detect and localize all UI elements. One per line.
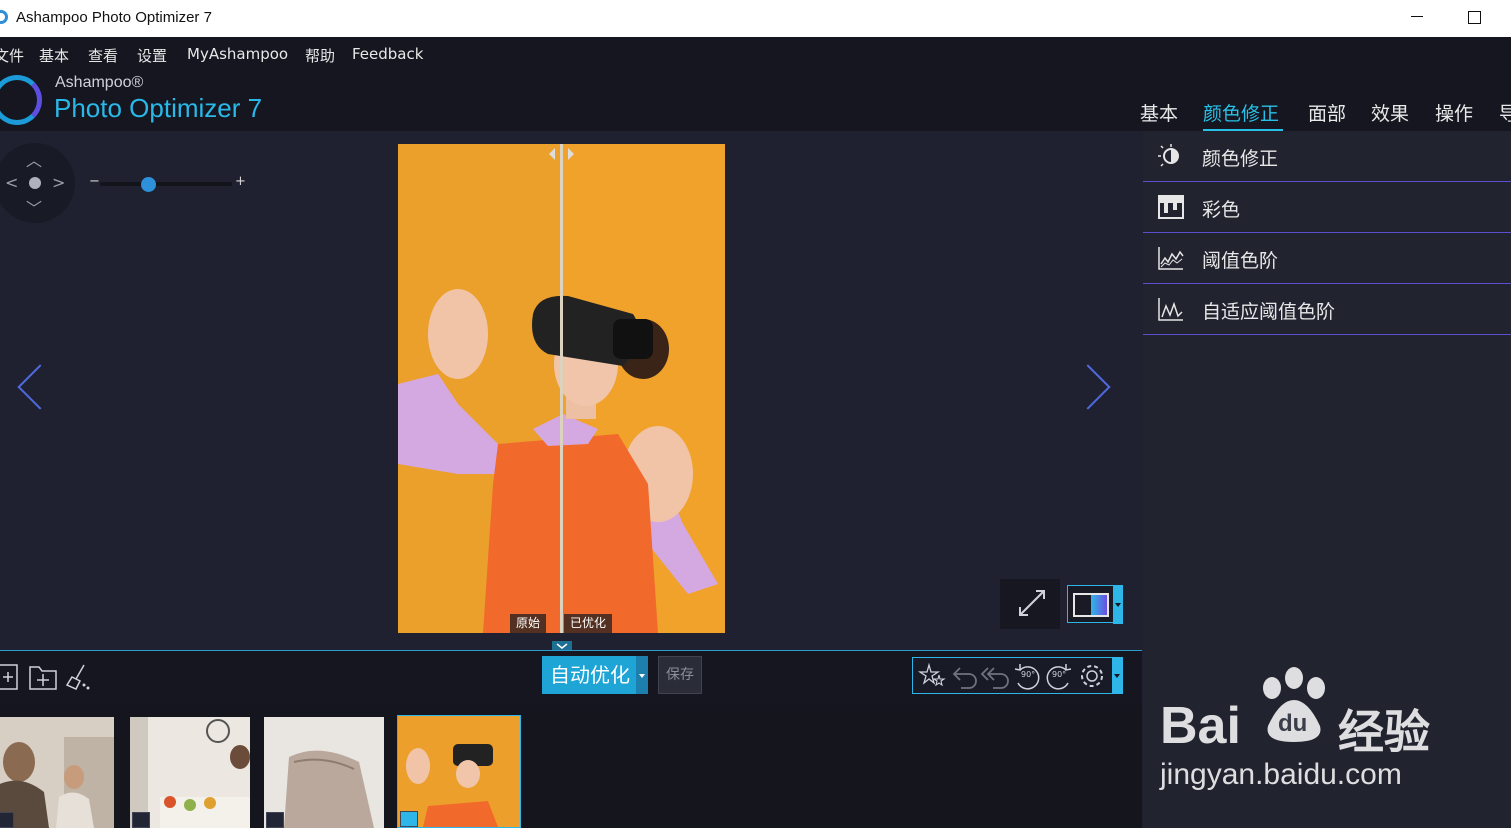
panel-item-threshold[interactable]: 阈值色阶	[1143, 233, 1511, 284]
minimize-button[interactable]	[1411, 16, 1423, 17]
rotate-left-label: 90°	[1021, 670, 1036, 679]
thumbnail-selected[interactable]	[397, 715, 521, 828]
zoom-slider-handle[interactable]	[141, 177, 156, 192]
zoom-in-button[interactable]: +	[235, 174, 246, 189]
panel-item-label: 颜色修正	[1202, 148, 1279, 170]
pan-right-icon[interactable]: >	[52, 173, 65, 192]
tab-face[interactable]: 面部	[1308, 99, 1346, 126]
next-image-icon[interactable]	[1065, 364, 1111, 410]
menu-help[interactable]: 帮助	[305, 45, 335, 66]
thumbnail-checkbox-checked[interactable]	[400, 811, 418, 827]
thumbnail-checkbox[interactable]	[0, 812, 14, 828]
panel-item-label: 彩色	[1202, 199, 1241, 221]
tab-operations[interactable]: 操作	[1435, 99, 1473, 126]
logo-icon	[0, 75, 42, 125]
tab-effects[interactable]: 效果	[1371, 99, 1409, 126]
previous-image-icon[interactable]	[17, 364, 63, 410]
menu-view[interactable]: 查看	[88, 45, 118, 66]
auto-optimize-button[interactable]: 自动优化	[542, 656, 648, 694]
rotate-right-label: 90°	[1052, 670, 1067, 679]
pan-control[interactable]: ︿ < > ﹀	[0, 143, 75, 223]
fullscreen-button[interactable]	[1000, 579, 1060, 629]
zoom-slider[interactable]	[100, 182, 232, 186]
auto-optimize-label: 自动优化	[550, 663, 630, 687]
tab-basic[interactable]: 基本	[1140, 99, 1178, 126]
thumbnail[interactable]	[264, 717, 384, 828]
split-view-icon	[1073, 586, 1123, 624]
menu-feedback[interactable]: Feedback	[352, 45, 423, 63]
edit-tools-dropdown[interactable]	[1112, 657, 1123, 694]
add-folder-icon[interactable]	[28, 663, 58, 691]
clear-list-icon[interactable]	[64, 663, 94, 691]
panel-item-color[interactable]: 彩色	[1143, 182, 1511, 233]
zoom-out-button[interactable]: −	[89, 174, 100, 189]
pan-left-icon[interactable]: <	[5, 173, 18, 192]
fullscreen-icon	[1019, 590, 1045, 616]
pan-up-icon[interactable]: ︿	[26, 147, 42, 171]
app-icon	[0, 10, 8, 24]
color-correction-panel: 颜色修正 彩色 阈值色阶 自适应阈值色阶	[1143, 131, 1511, 828]
title-bar: Ashampoo Photo Optimizer 7	[0, 0, 1511, 37]
undo-all-icon[interactable]	[979, 662, 1011, 690]
tab-color-correction[interactable]: 颜色修正	[1203, 99, 1279, 126]
logo-product: Photo Optimizer 7	[54, 93, 263, 123]
magic-wand-icon[interactable]	[917, 662, 947, 690]
menu-myashampoo[interactable]: MyAshampoo	[187, 45, 288, 63]
menu-basic[interactable]: 基本	[39, 45, 69, 66]
window-title: Ashampoo Photo Optimizer 7	[16, 9, 212, 26]
original-label: 原始	[510, 614, 547, 633]
panel-item-label: 自适应阈值色阶	[1202, 301, 1336, 323]
auto-optimize-dropdown[interactable]	[636, 656, 648, 694]
thumbnail-checkbox[interactable]	[132, 812, 150, 828]
thumbnail[interactable]	[0, 717, 114, 828]
menu-file[interactable]: 文件	[0, 45, 24, 66]
photo-image	[398, 144, 725, 633]
gear-icon[interactable]	[1077, 661, 1107, 691]
app-header: Ashampoo® Photo Optimizer 7 基本 颜色修正 面部 效…	[0, 71, 1511, 131]
panel-item-adaptive-threshold[interactable]: 自适应阈值色阶	[1143, 284, 1511, 335]
threshold-icon	[1158, 247, 1184, 270]
adaptive-threshold-icon	[1158, 298, 1183, 321]
add-file-icon[interactable]	[0, 663, 20, 691]
menu-bar: 文件 基本 查看 设置 MyAshampoo 帮助 Feedback	[0, 37, 1511, 71]
pan-down-icon[interactable]: ﹀	[26, 195, 42, 219]
panel-item-color-correction[interactable]: 颜色修正	[1143, 131, 1511, 182]
maximize-button[interactable]	[1468, 11, 1481, 24]
photo-preview: 原始 已优化	[398, 144, 725, 633]
thumbnail[interactable]	[130, 717, 250, 828]
tab-export[interactable]: 导	[1499, 99, 1511, 126]
thumbnail-image	[0, 717, 114, 828]
brightness-icon	[1158, 144, 1179, 167]
filmstrip	[0, 705, 1142, 828]
pan-center-icon[interactable]	[29, 177, 41, 189]
compare-mode-button[interactable]	[1067, 585, 1123, 624]
logo-brand: Ashampoo®	[55, 74, 144, 91]
menu-settings[interactable]: 设置	[137, 45, 167, 66]
save-button[interactable]: 保存	[658, 656, 702, 694]
panel-item-label: 阈值色阶	[1202, 250, 1279, 272]
optimized-label: 已优化	[564, 614, 613, 633]
thumbnail-checkbox[interactable]	[266, 812, 284, 828]
color-icon	[1158, 195, 1184, 219]
undo-icon[interactable]	[949, 662, 979, 690]
edit-tools-group: 90° 90°	[912, 657, 1123, 694]
